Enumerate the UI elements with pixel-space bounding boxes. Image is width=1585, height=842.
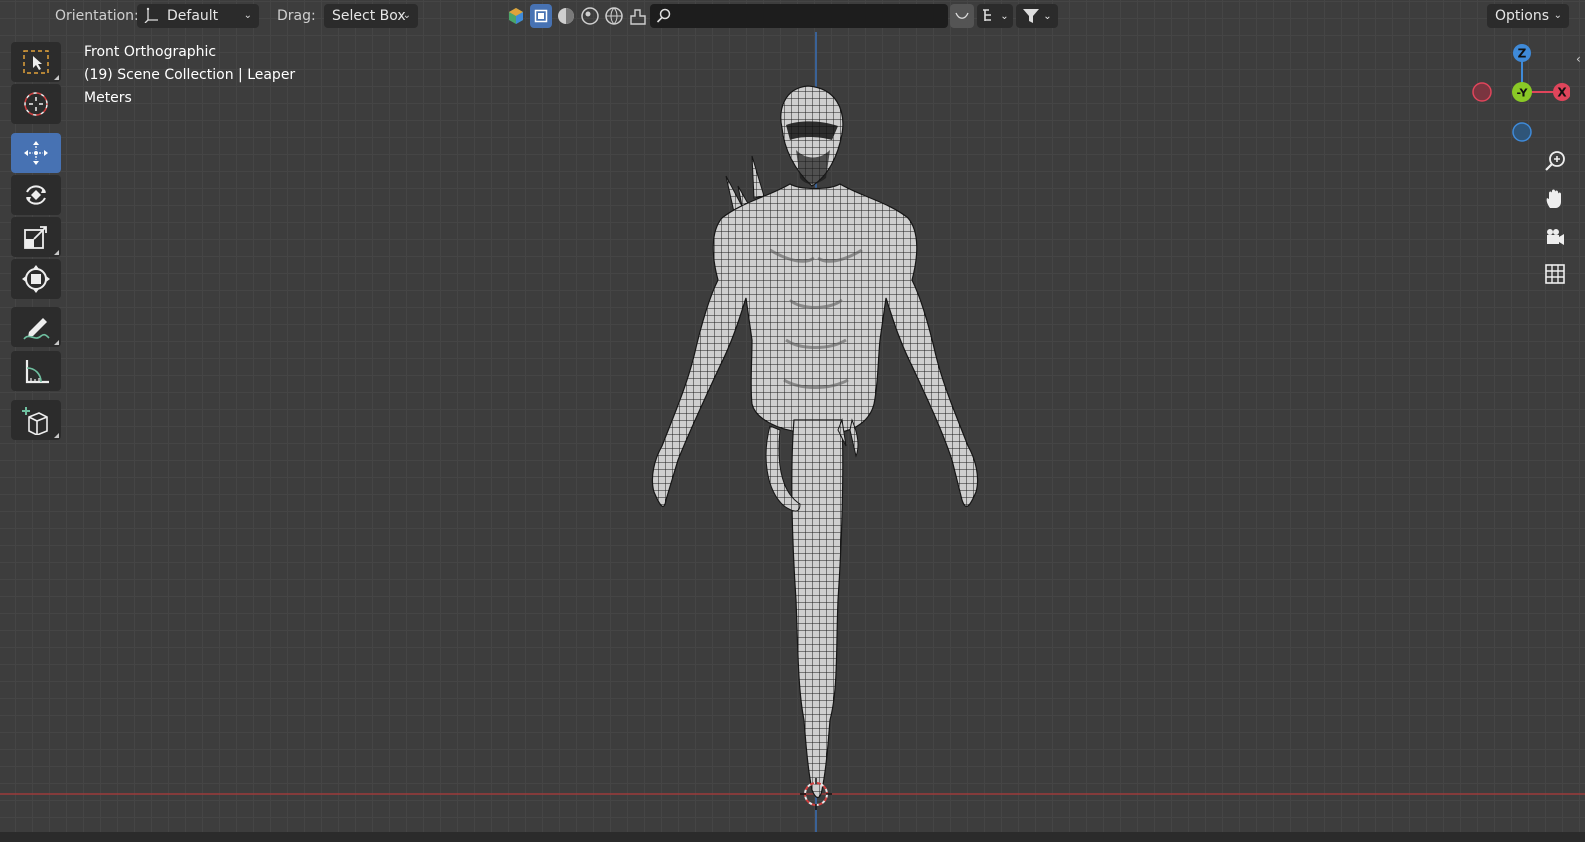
drag-label: Drag:	[277, 8, 316, 24]
viewport-header: Orientation: Default ⌄ Drag: Select Box …	[0, 0, 1585, 32]
rendered-shading-icon[interactable]	[605, 7, 623, 29]
curve-icon	[955, 12, 969, 19]
object-type-visibility-icon[interactable]	[507, 7, 525, 29]
3d-viewport[interactable]	[0, 0, 1585, 842]
ortho-toggle-button[interactable]	[1539, 258, 1571, 290]
chevron-down-icon: ⌄	[402, 10, 411, 21]
neg-x-axis-handle	[1472, 82, 1492, 102]
tool-cursor[interactable]	[11, 84, 61, 124]
tool-transform[interactable]	[11, 259, 61, 299]
annotate-icon	[23, 318, 50, 340]
cursor-icon	[24, 92, 48, 116]
scale-icon	[24, 226, 47, 249]
options-dropdown[interactable]: Options ⌄	[1487, 4, 1569, 28]
options-label: Options	[1495, 8, 1550, 24]
search-input[interactable]	[650, 4, 948, 28]
move-icon	[24, 141, 48, 165]
rotate-icon	[26, 185, 46, 205]
hand-icon	[1546, 189, 1561, 208]
y-axis-label: -Y	[1517, 87, 1529, 100]
chevron-down-icon: ⌄	[1000, 10, 1009, 22]
neg-z-axis-handle	[1512, 122, 1532, 142]
tool-add-cube[interactable]	[11, 400, 61, 440]
view-name: Front Orthographic	[84, 44, 217, 60]
measure-icon	[25, 360, 49, 384]
leaper-mesh	[651, 85, 979, 799]
solid-shading-icon[interactable]	[557, 7, 575, 29]
orientation-label: Orientation:	[55, 8, 139, 24]
drag-dropdown[interactable]: Select Box ⌄	[324, 4, 418, 28]
select-box-icon	[23, 50, 49, 74]
drag-value: Select Box	[332, 8, 406, 24]
add-cube-icon	[22, 407, 48, 435]
hierarchy-dropdown[interactable]: ⌄	[977, 4, 1013, 28]
transform-icon	[22, 265, 50, 293]
collection-info: (19) Scene Collection | Leaper	[84, 67, 296, 83]
chevron-down-icon: ⌄	[243, 10, 252, 21]
sidebar-expand-icon[interactable]: ‹	[1576, 52, 1581, 66]
overlays-icon[interactable]	[628, 6, 648, 30]
units-label: Meters	[84, 90, 132, 106]
tool-rotate[interactable]	[11, 175, 61, 215]
camera-icon	[1547, 229, 1564, 245]
restrict-toggle-button[interactable]	[950, 4, 974, 28]
tool-select-box[interactable]	[11, 42, 61, 82]
zoom-icon	[1545, 151, 1565, 171]
viewport-canvas[interactable]	[0, 0, 1585, 842]
pan-button[interactable]	[1539, 183, 1571, 215]
tool-move[interactable]	[11, 133, 61, 173]
bottom-edge	[0, 832, 1585, 842]
tool-annotate[interactable]	[11, 307, 61, 347]
orientation-dropdown[interactable]: Default ⌄	[137, 4, 259, 28]
z-axis-label: Z	[1518, 47, 1527, 61]
filter-icon	[1023, 9, 1040, 23]
tool-measure[interactable]	[11, 351, 61, 391]
navigation-gizmo[interactable]: Z X -Y	[1470, 40, 1570, 150]
transform-orientation-icon	[144, 7, 160, 27]
wireframe-icon	[534, 9, 548, 23]
hierarchy-icon	[983, 9, 992, 21]
orientation-value: Default	[167, 8, 219, 24]
grid-icon	[1545, 264, 1565, 284]
shading-wireframe-button[interactable]	[530, 4, 552, 28]
search-icon	[656, 8, 671, 23]
zoom-button[interactable]	[1539, 145, 1571, 177]
chevron-down-icon: ⌄	[1043, 10, 1052, 22]
filter-dropdown[interactable]: ⌄	[1016, 4, 1058, 28]
chevron-down-icon: ⌄	[1553, 10, 1562, 21]
tool-scale[interactable]	[11, 217, 61, 257]
material-preview-icon[interactable]	[581, 7, 599, 29]
camera-view-button[interactable]	[1539, 221, 1571, 253]
x-axis-label: X	[1557, 86, 1567, 100]
